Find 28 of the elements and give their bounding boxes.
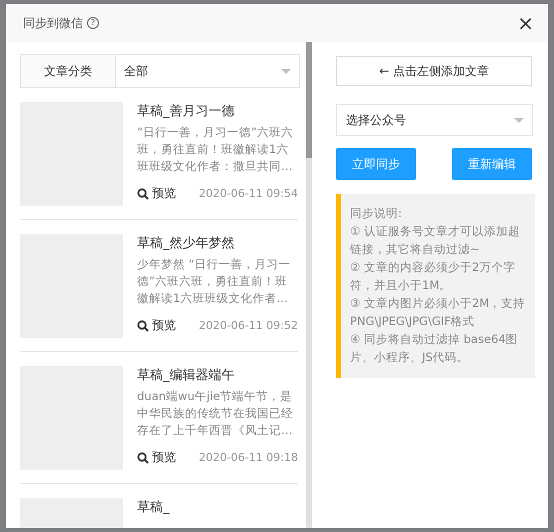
note-text: ④ 同步将自动过滤掉 base64图片、小程序、JS代码。 [350, 331, 519, 366]
scrollbar-thumb[interactable] [306, 42, 312, 158]
article-title[interactable]: 草稿_编辑器端午 [137, 366, 298, 384]
note-text: ② 文章的内容必须少于2万个字符，并且小于1M。 [350, 259, 516, 294]
preview-link[interactable]: 预览 [137, 185, 176, 202]
article-title[interactable]: 草稿_ [137, 498, 298, 516]
article-date: 2020-06-11 09:18 [198, 451, 298, 464]
article-summary: 少年梦然 “日行一善，月习一德”六班六班，勇往直前！班徽解读1六班班级文化作者… [137, 256, 292, 307]
note-text: ① 认证服务号文章才可以添加超链接，其它将自动过滤~ [350, 223, 521, 258]
note-text: ③ 文章内图片必须小于2M，支持PNG\JPEG\JPG\GIF格式 [350, 295, 526, 330]
article-date: 2020-06-11 09:52 [198, 319, 298, 332]
article-summary: duan端wu午jie节端午节，是中华民族的传统节在我国已经存在了上千年西晋《风土记… [137, 388, 294, 439]
preview-link[interactable]: 预览 [137, 449, 176, 466]
preview-link[interactable]: 预览 [137, 317, 176, 334]
search-icon [137, 320, 149, 332]
dropdown-caret-icon [514, 118, 524, 122]
article-summary: “日行一善，月习一德”六班六班，勇往直前！班徽解读1六班班级文化作者：撒旦共同… [137, 124, 294, 175]
close-button[interactable]: × [517, 13, 534, 33]
article-date: 2020-06-11 09:54 [198, 187, 298, 200]
account-select[interactable]: 选择公众号 [336, 104, 533, 136]
notes-heading: 同步说明: [350, 205, 403, 222]
search-icon [137, 452, 149, 464]
dialog-title: 同步到微信 [23, 14, 83, 32]
search-icon [137, 188, 149, 200]
article-title[interactable]: 草稿_善月习一德 [137, 102, 298, 120]
add-article-button[interactable]: ← 点击左侧添加文章 [336, 56, 532, 86]
help-icon[interactable]: ? [87, 17, 99, 29]
article-title[interactable]: 草稿_然少年梦然 [137, 234, 298, 252]
